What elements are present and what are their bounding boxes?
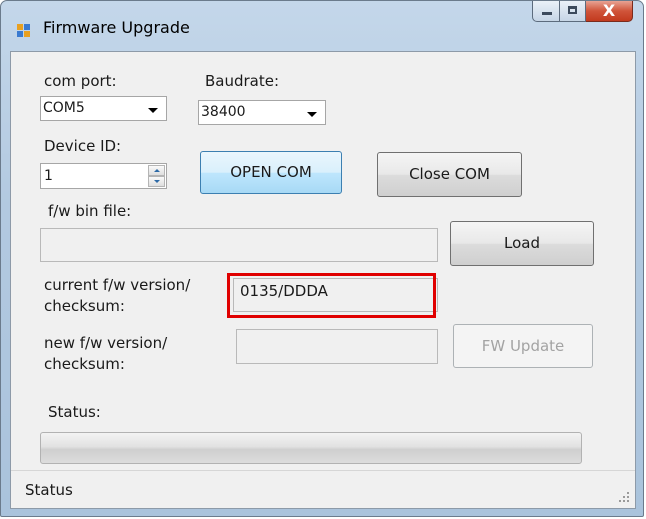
baudrate-value: 38400 [201, 104, 246, 120]
spin-up-button[interactable] [148, 165, 165, 176]
com-port-label: com port: [44, 72, 117, 90]
load-button[interactable]: Load [450, 221, 594, 266]
maximize-icon [568, 6, 577, 14]
com-port-value: COM5 [43, 100, 85, 116]
maximize-button[interactable] [560, 1, 586, 22]
baudrate-select[interactable]: 38400 [198, 100, 326, 125]
firmware-upgrade-window: Firmware Upgrade X com port: Baudrate: C… [0, 0, 644, 517]
fw-bin-file-label: f/w bin file: [48, 202, 132, 220]
status-strip: Status [11, 470, 635, 508]
minimize-button[interactable] [532, 1, 560, 22]
current-fw-label-line1: current f/w version/ [44, 276, 191, 294]
spin-down-icon [154, 180, 160, 183]
spin-up-icon [154, 169, 160, 172]
app-icon [17, 24, 31, 38]
highlight-box [227, 273, 436, 318]
close-com-button[interactable]: Close COM [377, 152, 522, 197]
fw-update-button[interactable]: FW Update [453, 324, 593, 368]
new-fw-label-line2: checksum: [44, 355, 125, 373]
open-com-button[interactable]: OPEN COM [200, 151, 342, 194]
close-icon: X [602, 1, 616, 20]
device-id-label: Device ID: [44, 137, 122, 155]
device-id-stepper[interactable]: 1 [40, 163, 167, 189]
dropdown-arrow-icon [307, 112, 317, 117]
baudrate-label: Baudrate: [205, 72, 280, 90]
size-grip-icon[interactable] [619, 492, 629, 502]
new-fw-label-line1: new f/w version/ [44, 334, 168, 352]
title-bar[interactable]: Firmware Upgrade X [1, 1, 643, 51]
window-controls: X [532, 1, 633, 23]
spin-buttons [148, 165, 165, 187]
fw-bin-file-field[interactable] [40, 228, 438, 262]
form-client-area: com port: Baudrate: COM5 38400 Device ID… [10, 51, 636, 509]
window-title: Firmware Upgrade [43, 18, 190, 37]
spin-down-button[interactable] [148, 176, 165, 187]
status-strip-text: Status [25, 481, 73, 499]
current-fw-label-line2: checksum: [44, 297, 125, 315]
device-id-value: 1 [44, 168, 53, 184]
dropdown-arrow-icon [148, 108, 158, 113]
new-fw-field [236, 329, 438, 364]
minimize-icon [542, 12, 552, 15]
status-progress-bar [40, 432, 582, 464]
com-port-select[interactable]: COM5 [40, 96, 167, 121]
status-label: Status: [48, 403, 101, 421]
close-button[interactable]: X [586, 1, 633, 22]
